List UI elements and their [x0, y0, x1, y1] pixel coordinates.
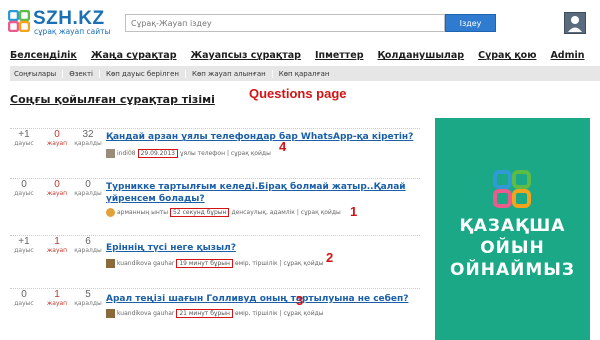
- answer-count: 0 жауап: [46, 129, 68, 147]
- view-count: 5 қаралды: [74, 289, 102, 307]
- question-title[interactable]: Турникке тартылғым келеді.Бірақ болмай ж…: [106, 181, 416, 205]
- question-time: 19 минут бұрын: [176, 259, 233, 268]
- question-row: +1 дауыс 0 жауап 32 қаралды Қандай арзан ұя…: [10, 128, 420, 183]
- question-meta: indi08 29.09.2013 ұялы телефон | сұрақ қ…: [106, 149, 271, 158]
- question-time: 52 секунд бұрын: [170, 208, 230, 217]
- nav-admin[interactable]: Admin: [550, 50, 584, 64]
- site-logo[interactable]: SZH.KZ сұрақ жауап сайты: [8, 8, 128, 38]
- user-icon[interactable]: [564, 12, 586, 34]
- vote-count: +1 дауыс: [14, 129, 34, 147]
- nav-users[interactable]: Қолданушылар: [378, 50, 465, 64]
- question-action: сұрақ қойды: [283, 260, 324, 267]
- user-silhouette-icon: [568, 16, 582, 32]
- annotation-number: 2: [326, 250, 334, 265]
- question-tags[interactable]: денсаулық, адамлік: [231, 209, 294, 216]
- question-row: 0 дауыс 1 жауап 5 қаралды Арал теңізі шағын…: [10, 288, 420, 340]
- vote-count: +1 дауыс: [14, 236, 34, 254]
- user-avatar-icon[interactable]: [106, 149, 115, 158]
- answer-count: 0 жауап: [46, 179, 68, 197]
- view-count: 0 қаралды: [74, 179, 102, 197]
- sub-nav-most-viewed[interactable]: Көп қаралған: [279, 70, 336, 78]
- ad-banner[interactable]: ҚАЗАҚША ОЙЫН ОЙНАЙМЫЗ: [435, 118, 590, 340]
- question-action: сұрақ қойды: [283, 310, 324, 317]
- question-tags[interactable]: ұялы телефон: [180, 150, 225, 157]
- logo-subtitle: сұрақ жауап сайты: [34, 27, 111, 36]
- ad-line-1: ҚАЗАҚША: [459, 216, 566, 236]
- question-action: сұрақ қойды: [230, 150, 271, 157]
- nav-new-questions[interactable]: Жаңа сұрақтар: [91, 50, 177, 64]
- ad-line-3: ОЙНАЙМЫЗ: [450, 260, 575, 280]
- user-avatar-icon[interactable]: [106, 309, 115, 318]
- search-button[interactable]: Іздеу: [445, 14, 496, 32]
- question-user[interactable]: арманның ынты: [117, 209, 168, 216]
- question-tags[interactable]: өмір, тіршілік: [235, 260, 278, 267]
- logo-icon: [8, 10, 30, 32]
- question-title[interactable]: Қандай арзан ұялы телефондар бар WhatsAp…: [106, 131, 416, 143]
- question-user[interactable]: kuandikova gauhar: [117, 260, 174, 267]
- view-count: 32 қаралды: [74, 129, 102, 147]
- question-tags[interactable]: өмір, тіршілік: [235, 310, 278, 317]
- annotation-label: Questions page: [249, 86, 347, 101]
- nav-tags[interactable]: Іпметтер: [315, 50, 364, 64]
- question-row: 0 дауыс 0 жауап 0 қаралды Турникке тартылғы…: [10, 178, 420, 233]
- vote-count: 0 дауыс: [14, 179, 34, 197]
- question-title[interactable]: Еріннің түсі неге қызыл?: [106, 242, 416, 254]
- question-action: сұрақ қойды: [300, 209, 341, 216]
- nav-unanswered[interactable]: Жауапсыз сұрақтар: [191, 50, 301, 64]
- answer-count: 1 жауап: [46, 289, 68, 307]
- ad-line-2: ОЙЫН: [480, 238, 545, 258]
- vote-count: 0 дауыс: [14, 289, 34, 307]
- question-user[interactable]: kuandikova gauhar: [117, 310, 174, 317]
- user-avatar-icon[interactable]: [106, 259, 115, 268]
- sub-nav-most-answered[interactable]: Көп жауап алынған: [192, 69, 273, 78]
- sub-nav-recent[interactable]: Соңғылары: [14, 69, 64, 78]
- nav-activity[interactable]: Белсенділік: [10, 50, 77, 64]
- question-title[interactable]: Арал теңізі шағын Голливуд оның тартылуы…: [106, 293, 416, 305]
- sub-nav-hot[interactable]: Өзекті: [69, 69, 100, 78]
- annotation-number: 4: [279, 139, 287, 154]
- question-meta: арманның ынты 52 секунд бұрын денсаулық,…: [106, 208, 341, 217]
- question-time: 29.09.2013: [137, 149, 178, 158]
- view-count: 6 қаралды: [74, 236, 102, 254]
- nav-ask-question[interactable]: Сұрақ қою: [478, 50, 536, 64]
- question-meta: kuandikova gauhar 21 минут бұрын өмір, т…: [106, 309, 323, 318]
- header: SZH.KZ сұрақ жауап сайты Іздеу: [0, 0, 600, 44]
- question-row: +1 дауыс 1 жауап 6 қаралды Еріннің түсі нег…: [10, 235, 420, 290]
- annotation-number: 3: [296, 293, 304, 308]
- answer-count: 1 жауап: [46, 236, 68, 254]
- question-user[interactable]: indi08: [117, 150, 136, 157]
- annotation-number: 1: [350, 204, 358, 219]
- main-nav: Белсенділік Жаңа сұрақтар Жауапсыз сұрақ…: [10, 50, 599, 64]
- page-title: Соңғы қойылған сұрақтар тізімі: [10, 93, 215, 106]
- search-input[interactable]: [125, 14, 445, 32]
- user-avatar-icon[interactable]: [106, 208, 115, 217]
- question-meta: kuandikova gauhar 19 минут бұрын өмір, т…: [106, 259, 323, 268]
- game-logo-icon: [493, 170, 531, 208]
- question-time: 21 минут бұрын: [176, 309, 233, 318]
- sub-nav-most-voted[interactable]: Көп дауыс берілген: [106, 69, 186, 78]
- sub-nav: Соңғылары Өзекті Көп дауыс берілген Көп …: [10, 66, 600, 81]
